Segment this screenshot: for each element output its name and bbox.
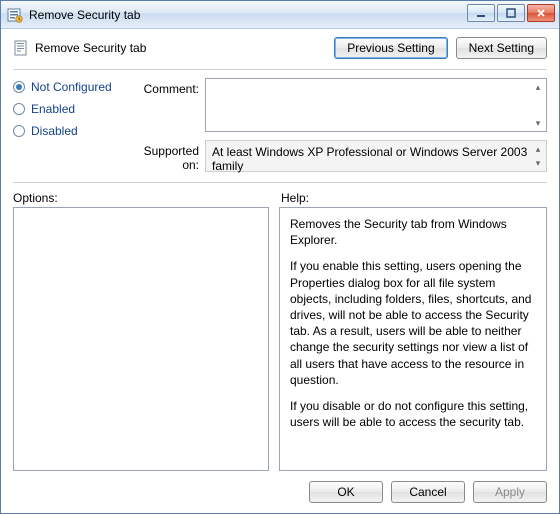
radio-enabled[interactable]: Enabled — [13, 102, 123, 116]
titlebar: Remove Security tab — [1, 1, 559, 29]
pane-labels: Options: Help: — [13, 191, 547, 205]
scroll-down-icon[interactable]: ▾ — [532, 157, 544, 169]
help-label: Help: — [281, 191, 309, 205]
previous-setting-button[interactable]: Previous Setting — [334, 37, 447, 59]
scroll-up-icon[interactable]: ▴ — [532, 143, 544, 155]
separator — [13, 69, 547, 70]
app-icon — [7, 7, 23, 23]
panes: Removes the Security tab from Windows Ex… — [13, 207, 547, 471]
options-pane — [13, 207, 269, 471]
apply-button[interactable]: Apply — [473, 481, 547, 503]
window-title: Remove Security tab — [29, 8, 140, 22]
help-pane: Removes the Security tab from Windows Ex… — [279, 207, 547, 471]
radio-label: Disabled — [31, 124, 78, 138]
comment-label: Comment: — [129, 78, 199, 132]
radio-input[interactable] — [13, 103, 25, 115]
comment-textarea[interactable]: ▴ ▾ — [205, 78, 547, 132]
separator — [13, 182, 547, 183]
scroll-down-icon[interactable]: ▾ — [532, 117, 544, 129]
header-row: Remove Security tab Previous Setting Nex… — [13, 37, 547, 59]
ok-button[interactable]: OK — [309, 481, 383, 503]
radio-disabled[interactable]: Disabled — [13, 124, 123, 138]
supported-on-value: At least Windows XP Professional or Wind… — [212, 145, 527, 173]
dialog-window: Remove Security tab — [0, 0, 560, 514]
state-radios: Not Configured Enabled Disabled — [13, 78, 123, 172]
close-button[interactable] — [527, 4, 555, 22]
radio-label: Enabled — [31, 102, 75, 116]
help-paragraph: Removes the Security tab from Windows Ex… — [290, 216, 536, 248]
dialog-content: Remove Security tab Previous Setting Nex… — [1, 29, 559, 513]
supported-on-label: Supported on: — [129, 140, 199, 172]
scroll-up-icon[interactable]: ▴ — [532, 81, 544, 93]
header-title: Remove Security tab — [35, 41, 146, 55]
window-controls — [467, 4, 555, 22]
radio-not-configured[interactable]: Not Configured — [13, 80, 123, 94]
cancel-button[interactable]: Cancel — [391, 481, 465, 503]
minimize-button[interactable] — [467, 4, 495, 22]
maximize-button[interactable] — [497, 4, 525, 22]
help-paragraph: If you disable or do not configure this … — [290, 398, 536, 430]
options-label: Options: — [13, 191, 269, 205]
radio-input[interactable] — [13, 81, 25, 93]
settings-grid: Not Configured Enabled Disabled Comment:… — [13, 78, 547, 172]
next-setting-button[interactable]: Next Setting — [456, 37, 547, 59]
radio-label: Not Configured — [31, 80, 112, 94]
policy-icon — [13, 40, 29, 56]
radio-input[interactable] — [13, 125, 25, 137]
dialog-footer: OK Cancel Apply — [13, 471, 547, 503]
supported-on-box: At least Windows XP Professional or Wind… — [205, 140, 547, 172]
help-paragraph: If you enable this setting, users openin… — [290, 258, 536, 388]
